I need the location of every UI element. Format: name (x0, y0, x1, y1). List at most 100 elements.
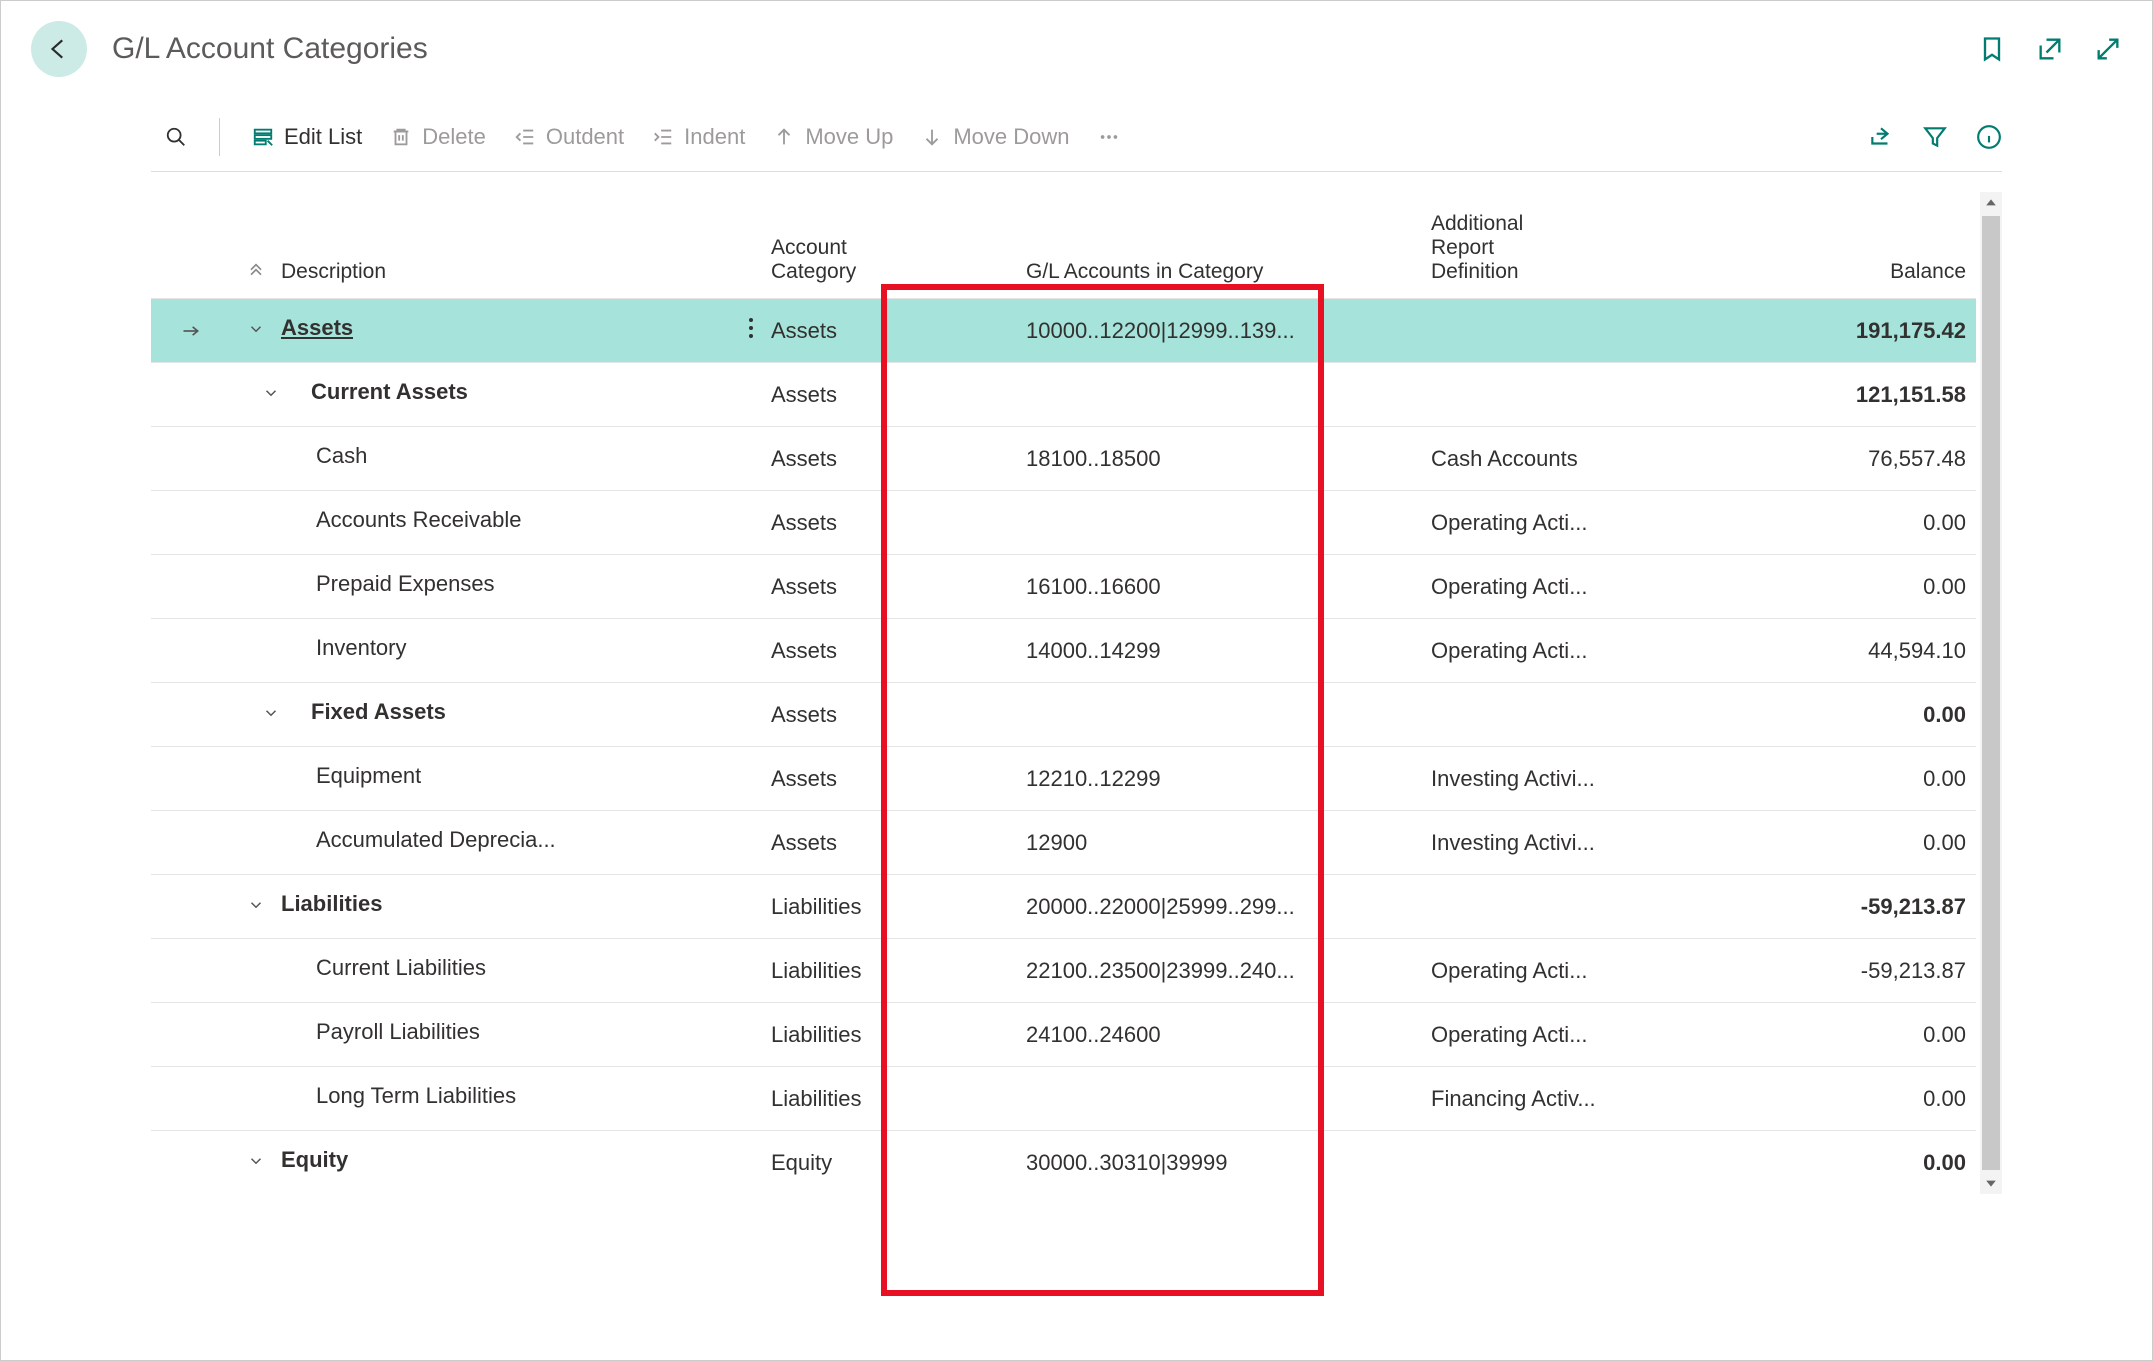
chevron-down-icon[interactable] (247, 1150, 265, 1175)
row-description: Accumulated Deprecia... (281, 827, 556, 853)
row-description: Fixed Assets (281, 699, 446, 725)
row-category: Assets (771, 766, 1026, 792)
share-icon[interactable] (1868, 124, 1894, 150)
chevron-down-icon[interactable] (262, 702, 280, 727)
scrollbar-thumb[interactable] (1982, 216, 2000, 1170)
row-balance: 0.00 (1696, 830, 1976, 856)
filter-icon[interactable] (1922, 124, 1948, 150)
row-gl-accounts: 12210..12299 (1026, 766, 1431, 792)
move-up-button[interactable]: Move Up (759, 118, 907, 156)
move-down-label: Move Down (953, 124, 1069, 150)
row-category: Liabilities (771, 1086, 1026, 1112)
row-description: Payroll Liabilities (281, 1019, 480, 1045)
separator (219, 118, 220, 156)
outdent-icon (514, 126, 536, 148)
edit-list-button[interactable]: Edit List (238, 118, 376, 156)
row-report-definition: Investing Activi... (1431, 830, 1696, 856)
indent-button[interactable]: Indent (638, 118, 759, 156)
row-selector-arrow-icon (181, 324, 201, 338)
table-row[interactable]: Equipment Assets12210..12299Investing Act… (151, 746, 1976, 810)
chevron-down-icon[interactable] (247, 318, 265, 343)
row-report-definition: Investing Activi... (1431, 766, 1696, 792)
row-description: Accounts Receivable (281, 507, 521, 533)
header-gl-accounts[interactable]: G/L Accounts in Category (1026, 260, 1431, 284)
row-category: Assets (771, 510, 1026, 536)
row-category: Assets (771, 382, 1026, 408)
row-report-definition: Financing Activ... (1431, 1086, 1696, 1112)
row-balance: 44,594.10 (1696, 638, 1976, 664)
chevron-down-icon[interactable] (247, 894, 265, 919)
header-report-definition[interactable]: Additional Report Definition (1431, 212, 1696, 284)
edit-list-icon (252, 126, 274, 148)
table-row[interactable]: Accounts ReceivableAssetsOperating Acti.… (151, 490, 1976, 554)
row-gl-accounts: 12900 (1026, 830, 1431, 856)
row-gl-accounts: 24100..24600 (1026, 1022, 1431, 1048)
row-category: Assets (771, 574, 1026, 600)
row-category: Equity (771, 1150, 1026, 1176)
table-row[interactable]: LiabilitiesLiabilities20000..22000|25999… (151, 874, 1976, 938)
scroll-up-button[interactable] (1980, 192, 2002, 214)
row-balance: 0.00 (1696, 510, 1976, 536)
row-balance: 0.00 (1696, 1086, 1976, 1112)
header-balance[interactable]: Balance (1696, 260, 1976, 284)
move-up-label: Move Up (805, 124, 893, 150)
expand-icon[interactable] (2094, 35, 2122, 63)
row-report-definition: Operating Acti... (1431, 958, 1696, 984)
row-description: Cash (281, 443, 367, 469)
table-row[interactable]: Prepaid ExpensesAssets16100..16600Operat… (151, 554, 1976, 618)
info-icon[interactable] (1976, 124, 2002, 150)
search-icon (165, 126, 187, 148)
row-description: Long Term Liabilities (281, 1083, 516, 1109)
vertical-scrollbar[interactable] (1980, 192, 2002, 1194)
scroll-down-button[interactable] (1980, 1172, 2002, 1194)
row-category: Liabilities (771, 894, 1026, 920)
delete-button[interactable]: Delete (376, 118, 500, 156)
search-button[interactable] (151, 120, 201, 154)
row-balance: 0.00 (1696, 574, 1976, 600)
row-gl-accounts: 18100..18500 (1026, 446, 1431, 472)
row-description: Liabilities (281, 891, 382, 917)
row-balance: 0.00 (1696, 1150, 1976, 1176)
row-gl-accounts: 30000..30310|39999 (1026, 1150, 1431, 1176)
table-row[interactable]: Accumulated Deprecia...Assets12900Invest… (151, 810, 1976, 874)
table-row[interactable]: Current AssetsAssets121,151.58 (151, 362, 1976, 426)
table-row[interactable]: Current LiabilitiesLiabilities22100..235… (151, 938, 1976, 1002)
row-balance: 0.00 (1696, 1022, 1976, 1048)
row-category: Assets (771, 446, 1026, 472)
row-gl-accounts: 14000..14299 (1026, 638, 1431, 664)
header-account-category[interactable]: Account Category (771, 236, 1026, 284)
row-category: Assets (771, 318, 1026, 344)
delete-label: Delete (422, 124, 486, 150)
page-title: G/L Account Categories (112, 32, 1978, 66)
row-report-definition: Operating Acti... (1431, 574, 1696, 600)
table-row[interactable]: EquityEquity30000..30310|399990.00 (151, 1130, 1976, 1194)
collapse-all-button[interactable] (246, 260, 266, 283)
open-in-new-icon[interactable] (2036, 35, 2064, 63)
outdent-label: Outdent (546, 124, 624, 150)
row-description: Equipment (281, 763, 421, 789)
row-gl-accounts: 20000..22000|25999..299... (1026, 894, 1431, 920)
back-button[interactable] (31, 21, 87, 77)
row-balance: -59,213.87 (1696, 958, 1976, 984)
table-row[interactable]: Long Term Liabilities Liabilities Financin… (151, 1066, 1976, 1130)
row-description: Inventory (281, 635, 407, 661)
row-report-definition: Operating Acti... (1431, 1022, 1696, 1048)
table-row[interactable]: AssetsAssets10000..12200|12999..139...19… (151, 298, 1976, 362)
bookmark-icon[interactable] (1978, 35, 2006, 63)
table-row[interactable]: Fixed AssetsAssets0.00 (151, 682, 1976, 746)
row-gl-accounts: 22100..23500|23999..240... (1026, 958, 1431, 984)
row-category: Assets (771, 638, 1026, 664)
indent-label: Indent (684, 124, 745, 150)
row-description: Equity (281, 1147, 348, 1173)
row-menu-button[interactable] (748, 320, 754, 345)
table-row[interactable]: CashAssets18100..18500Cash Accounts76,55… (151, 426, 1976, 490)
more-actions-button[interactable] (1084, 120, 1134, 154)
chevron-down-icon[interactable] (262, 382, 280, 407)
indent-icon (652, 126, 674, 148)
header-description[interactable]: Description (281, 260, 731, 284)
edit-list-label: Edit List (284, 124, 362, 150)
table-row[interactable]: InventoryAssets14000..14299Operating Act… (151, 618, 1976, 682)
move-down-button[interactable]: Move Down (907, 118, 1083, 156)
table-row[interactable]: Payroll LiabilitiesLiabilities24100..246… (151, 1002, 1976, 1066)
outdent-button[interactable]: Outdent (500, 118, 638, 156)
